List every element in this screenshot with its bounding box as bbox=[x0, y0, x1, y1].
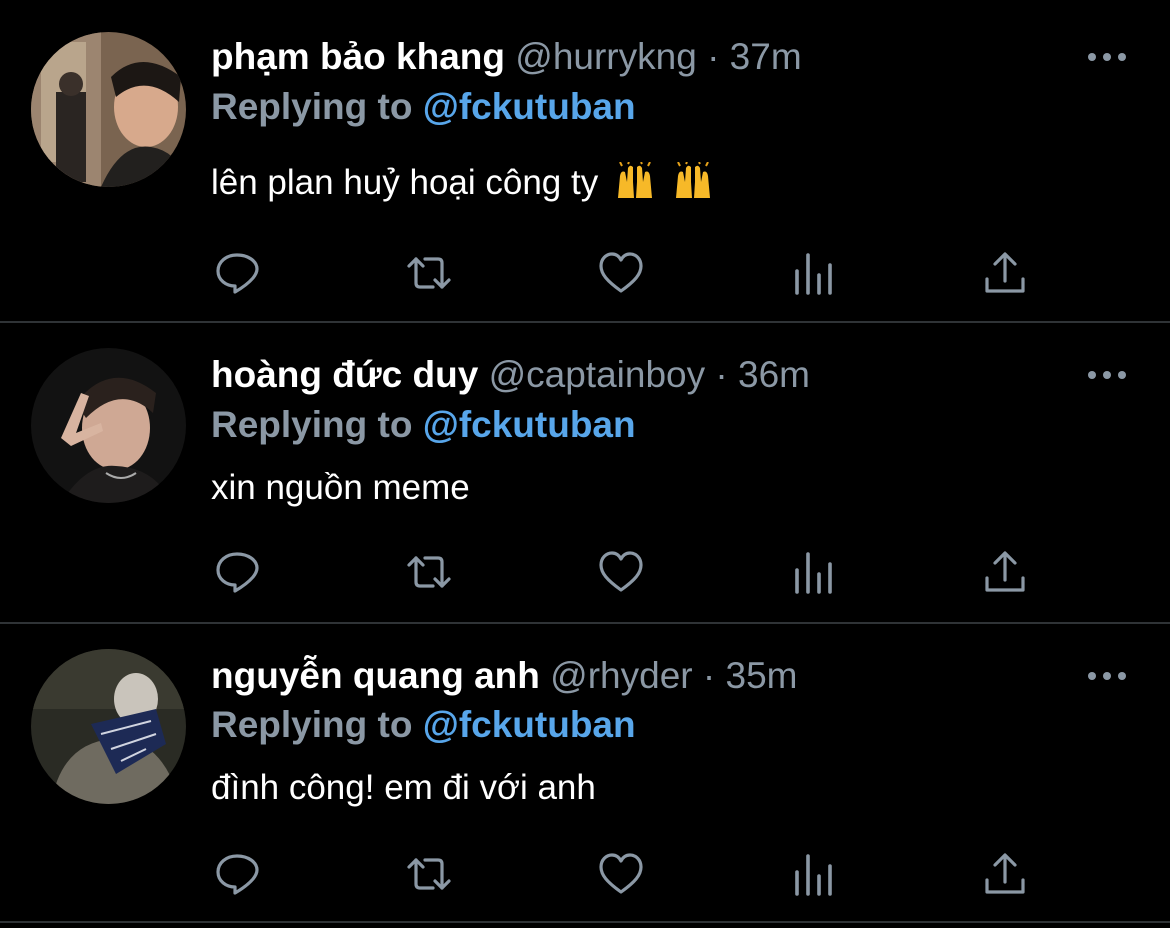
heart-icon bbox=[599, 551, 643, 592]
like-button[interactable] bbox=[595, 248, 647, 298]
tweet[interactable]: hoàng đức duy @captainboy · 36m Replying… bbox=[0, 323, 1170, 623]
views-icon bbox=[795, 253, 832, 295]
share-button[interactable] bbox=[979, 547, 1031, 597]
like-button[interactable] bbox=[595, 849, 647, 899]
share-icon bbox=[985, 252, 1025, 293]
retweet-button[interactable] bbox=[403, 849, 455, 899]
reply-button[interactable] bbox=[211, 248, 263, 298]
raising-hands-emoji-icon bbox=[617, 162, 652, 198]
retweet-button[interactable] bbox=[403, 547, 455, 597]
reply-button[interactable] bbox=[211, 547, 263, 597]
tweet-text: lên plan huỷ hoại công ty bbox=[211, 161, 714, 205]
tweet-header: nguyễn quang anh @rhyder · 35m bbox=[211, 654, 797, 698]
heart-icon bbox=[599, 853, 643, 894]
views-button[interactable] bbox=[787, 547, 839, 597]
separator: · bbox=[715, 354, 728, 395]
separator: · bbox=[702, 655, 716, 696]
tweet-actions bbox=[211, 248, 1051, 298]
share-button[interactable] bbox=[979, 849, 1031, 899]
tweet-text: xin nguồn meme bbox=[211, 466, 470, 510]
tweet-text: đình công! em đi với anh bbox=[211, 766, 596, 810]
tweet[interactable]: phạm bảo khang @hurrykng · 37m Replying … bbox=[0, 0, 1170, 322]
timestamp[interactable]: 36m bbox=[738, 354, 810, 395]
avatar-image bbox=[31, 348, 186, 503]
retweet-icon bbox=[407, 556, 451, 588]
replying-to-label: Replying to bbox=[211, 404, 413, 445]
user-handle[interactable]: @captainboy bbox=[489, 354, 706, 395]
timestamp[interactable]: 37m bbox=[730, 36, 802, 77]
more-icon[interactable] bbox=[1086, 47, 1128, 67]
reply-button[interactable] bbox=[211, 849, 263, 899]
tweet[interactable]: nguyễn quang anh @rhyder · 35m Replying … bbox=[0, 624, 1170, 924]
like-button[interactable] bbox=[595, 547, 647, 597]
tweet-actions bbox=[211, 849, 1051, 899]
replying-to-link[interactable]: @fckutuban bbox=[423, 704, 636, 745]
share-icon bbox=[985, 551, 1025, 592]
retweet-icon bbox=[407, 257, 451, 289]
heart-icon bbox=[599, 252, 643, 293]
display-name[interactable]: nguyễn quang anh bbox=[211, 655, 540, 696]
retweet-icon bbox=[407, 858, 451, 890]
tweet-text-content: đình công! em đi với anh bbox=[211, 768, 596, 807]
replying-to-link[interactable]: @fckutuban bbox=[423, 404, 636, 445]
reply-icon bbox=[216, 552, 259, 593]
tweet-actions bbox=[211, 547, 1051, 597]
replying-to: Replying to @fckutuban bbox=[211, 85, 636, 129]
raising-hands-emoji-icon bbox=[675, 162, 710, 198]
share-icon bbox=[985, 853, 1025, 894]
views-icon bbox=[795, 854, 832, 896]
retweet-button[interactable] bbox=[403, 248, 455, 298]
replying-to-label: Replying to bbox=[211, 86, 413, 127]
display-name[interactable]: phạm bảo khang bbox=[211, 36, 505, 77]
tweet-header: phạm bảo khang @hurrykng · 37m bbox=[211, 35, 802, 79]
user-handle[interactable]: @rhyder bbox=[550, 655, 692, 696]
replying-to: Replying to @fckutuban bbox=[211, 703, 636, 747]
reply-icon bbox=[216, 854, 259, 895]
replying-to: Replying to @fckutuban bbox=[211, 403, 636, 447]
display-name[interactable]: hoàng đức duy bbox=[211, 354, 478, 395]
reply-icon bbox=[216, 253, 259, 294]
tweet-text-content: xin nguồn meme bbox=[211, 468, 470, 507]
separator: · bbox=[707, 36, 720, 77]
avatar[interactable] bbox=[31, 348, 186, 503]
more-icon[interactable] bbox=[1086, 365, 1128, 385]
tweet-text-content: lên plan huỷ hoại công ty bbox=[211, 163, 599, 202]
views-button[interactable] bbox=[787, 248, 839, 298]
views-button[interactable] bbox=[787, 849, 839, 899]
avatar[interactable] bbox=[31, 32, 186, 187]
avatar-image bbox=[31, 649, 186, 804]
tweet-header: hoàng đức duy @captainboy · 36m bbox=[211, 353, 810, 397]
share-button[interactable] bbox=[979, 248, 1031, 298]
views-icon bbox=[795, 552, 832, 594]
replying-to-label: Replying to bbox=[211, 704, 413, 745]
avatar[interactable] bbox=[31, 649, 186, 804]
user-handle[interactable]: @hurrykng bbox=[515, 36, 697, 77]
replying-to-link[interactable]: @fckutuban bbox=[423, 86, 636, 127]
avatar-image bbox=[31, 32, 186, 187]
divider bbox=[0, 921, 1170, 923]
timestamp[interactable]: 35m bbox=[726, 655, 798, 696]
more-icon[interactable] bbox=[1086, 666, 1128, 686]
